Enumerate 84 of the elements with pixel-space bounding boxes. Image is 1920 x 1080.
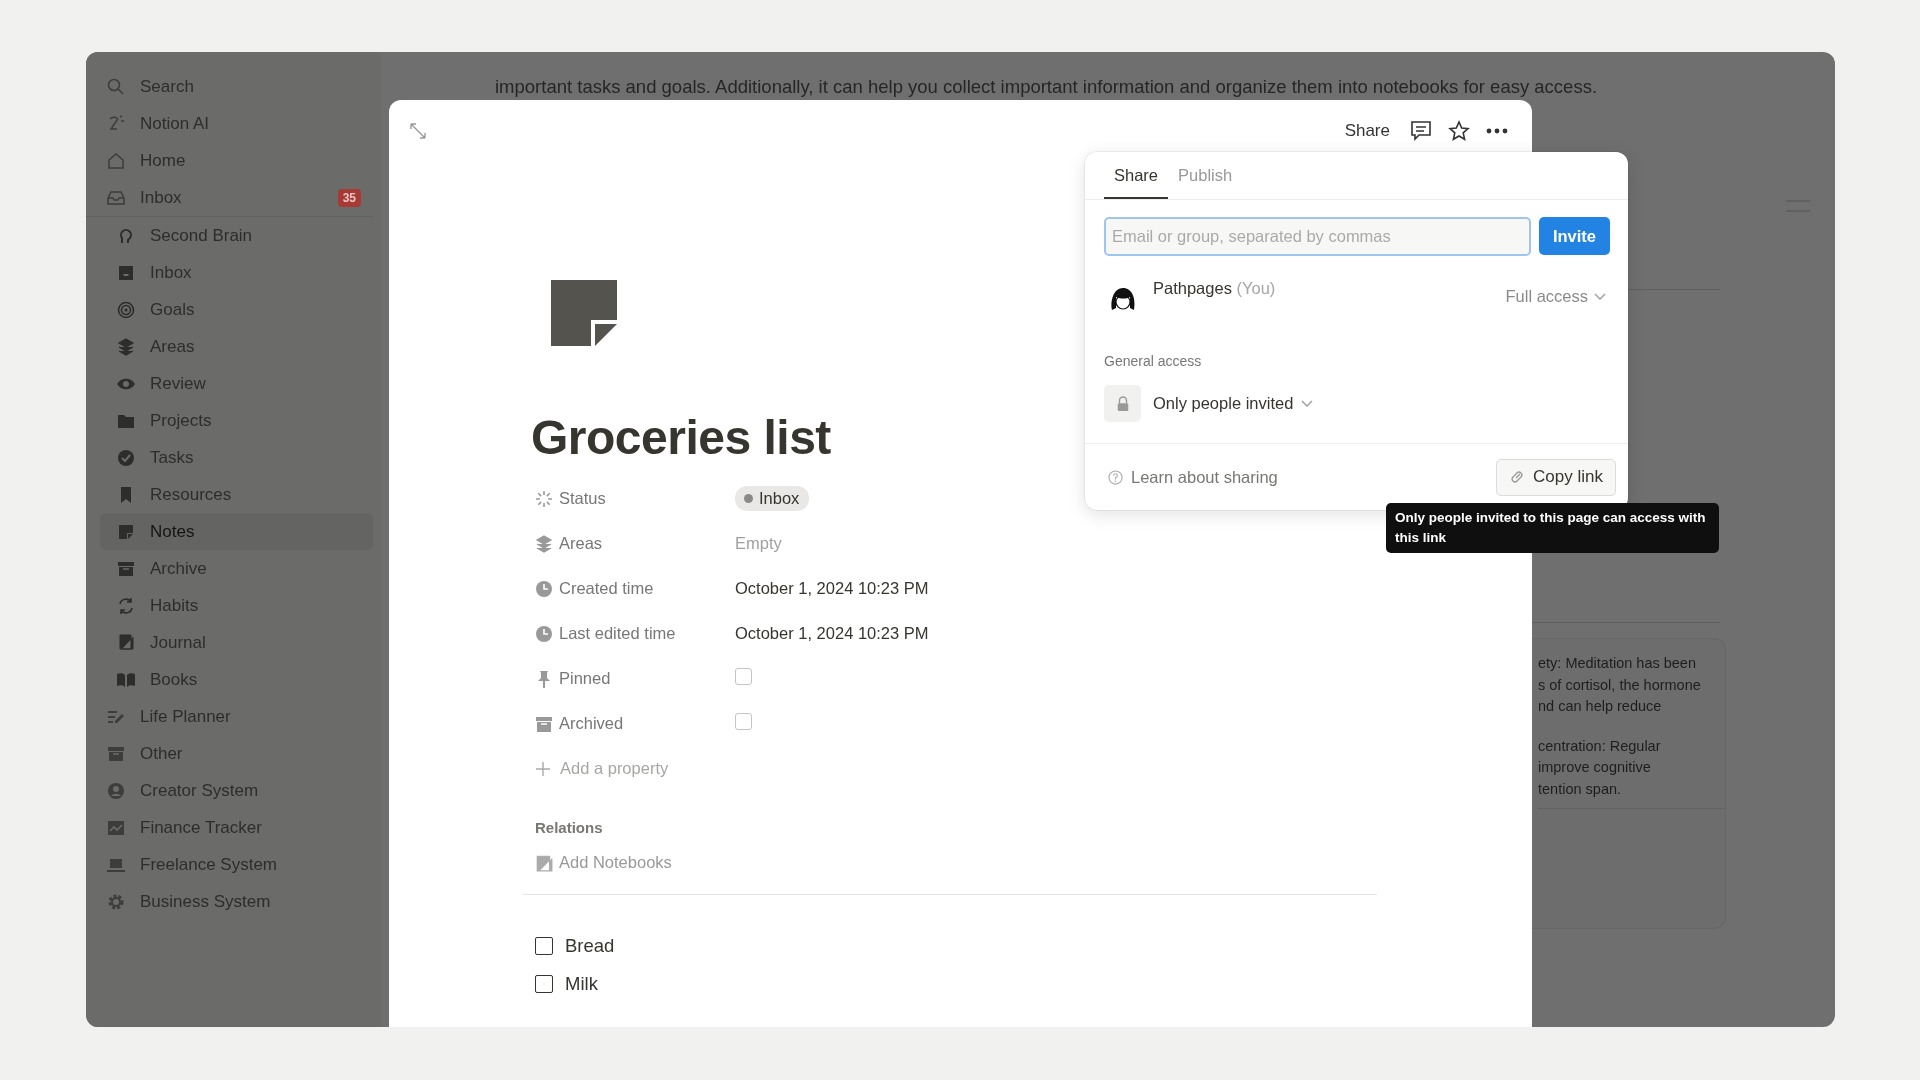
person-icon xyxy=(106,780,126,801)
checkbox[interactable] xyxy=(535,937,553,955)
layers-icon xyxy=(535,534,553,553)
sidebar-item[interactable]: Projects xyxy=(100,402,373,439)
text-line: improve cognitive xyxy=(1538,758,1652,777)
spinner-icon xyxy=(535,489,553,508)
sidebar-item[interactable]: Inbox 35 xyxy=(100,179,373,216)
property-value: October 1, 2024 10:23 PM xyxy=(735,624,929,642)
sidebar-item[interactable]: Resources xyxy=(100,476,373,513)
property-label: Areas xyxy=(559,534,603,553)
text-line: nd can help reduce xyxy=(1538,697,1663,716)
todo-text: Bread xyxy=(565,935,615,957)
property-label: Created time xyxy=(559,579,654,598)
sidebar-item[interactable]: Habits xyxy=(100,587,373,624)
expand-icon[interactable] xyxy=(409,122,427,140)
text-line: s of cortisol, the hormone xyxy=(1538,675,1702,695)
archive-icon xyxy=(535,714,553,733)
tab[interactable]: Share xyxy=(1104,166,1169,199)
copy-link-button[interactable]: Copy link xyxy=(1496,458,1616,496)
checkbox[interactable] xyxy=(535,975,553,993)
sidebar-item[interactable]: Freelance System xyxy=(100,846,373,883)
target-icon xyxy=(116,299,136,320)
text-line: tention span. xyxy=(1538,779,1623,799)
chevron-down-icon xyxy=(1301,400,1314,407)
sidebar-item[interactable]: Home xyxy=(100,142,373,179)
email-field[interactable]: Email or group, separated by commas xyxy=(1104,217,1531,256)
section-heading: General access xyxy=(1103,352,1203,369)
count-badge: 35 xyxy=(337,188,361,207)
status-tag[interactable]: Inbox xyxy=(735,486,810,511)
note-icon xyxy=(551,280,617,346)
clock-icon xyxy=(535,579,553,598)
text-line: centration: Regular xyxy=(1538,736,1662,756)
sidebar-item[interactable]: Archive xyxy=(100,550,373,587)
todo-text: Milk xyxy=(565,973,598,995)
section-heading: Relations xyxy=(535,819,604,838)
sidebar-item[interactable]: Other xyxy=(100,735,373,772)
help-link[interactable]: Learn about sharing xyxy=(1108,467,1278,487)
tooltip: Only people invited to this page can access with this link xyxy=(1386,503,1719,553)
book-icon xyxy=(116,632,136,653)
plus-icon xyxy=(535,760,551,777)
lock-icon xyxy=(1115,395,1130,412)
home-icon xyxy=(106,150,126,171)
share-button[interactable]: Share xyxy=(1340,121,1394,141)
property-label: Archived xyxy=(559,714,624,733)
refresh-icon xyxy=(116,595,136,616)
sidebar-item[interactable]: Journal xyxy=(100,624,373,661)
property-value[interactable]: Empty xyxy=(735,534,782,552)
property-label: Status xyxy=(559,489,606,508)
sidebar-item[interactable]: Business System xyxy=(100,883,373,920)
link-icon xyxy=(1509,469,1526,485)
comment-icon[interactable] xyxy=(1410,120,1432,142)
property-label: Pinned xyxy=(559,669,611,688)
text-line: ety: Meditation has been xyxy=(1538,654,1697,673)
member-name: Pathpages (You) xyxy=(1153,279,1277,298)
sidebar-item[interactable]: Finance Tracker xyxy=(100,809,373,846)
sidebar-item[interactable]: Review xyxy=(100,365,373,402)
sidebar-item[interactable]: Search xyxy=(100,68,373,105)
help-icon xyxy=(1108,469,1123,485)
sidebar-item[interactable]: Second Brain xyxy=(100,217,373,254)
add-property-button[interactable]: Add a property xyxy=(531,746,1532,791)
sidebar-item[interactable]: Life Planner xyxy=(100,698,373,735)
sidebar-item[interactable]: Notes xyxy=(100,513,373,550)
search-icon xyxy=(106,76,126,97)
tab[interactable]: Publish xyxy=(1168,166,1243,199)
property-label: Last edited time xyxy=(559,624,676,643)
sidebar-item[interactable]: Tasks xyxy=(100,439,373,476)
paragraph: important tasks and goals. Additionally, it can help you collect important information and organize them into notebooks for easy access. xyxy=(495,76,1598,98)
sidebar-item[interactable]: Areas xyxy=(100,328,373,365)
star-icon[interactable] xyxy=(1448,120,1470,142)
page-title: Groceries list xyxy=(531,410,831,466)
invite-button[interactable]: Invite xyxy=(1539,217,1610,255)
clock-icon xyxy=(535,624,553,643)
add-relation-button[interactable]: Add Notebooks xyxy=(535,853,1532,872)
access-dropdown[interactable]: Only people invited xyxy=(1153,394,1314,413)
check-circle-icon xyxy=(116,447,136,468)
layers-icon xyxy=(116,336,136,357)
sidebar-item[interactable]: Books xyxy=(100,661,373,698)
sidebar-item[interactable]: Goals xyxy=(100,291,373,328)
sidebar-item[interactable]: Creator System xyxy=(100,772,373,809)
property-value: October 1, 2024 10:23 PM xyxy=(735,579,929,597)
chevron-down-icon xyxy=(1594,293,1606,300)
access-dropdown[interactable]: Full access xyxy=(1505,287,1606,306)
sidebar-item[interactable]: Inbox xyxy=(100,254,373,291)
sidebar-item[interactable]: Notion AI xyxy=(100,105,373,142)
